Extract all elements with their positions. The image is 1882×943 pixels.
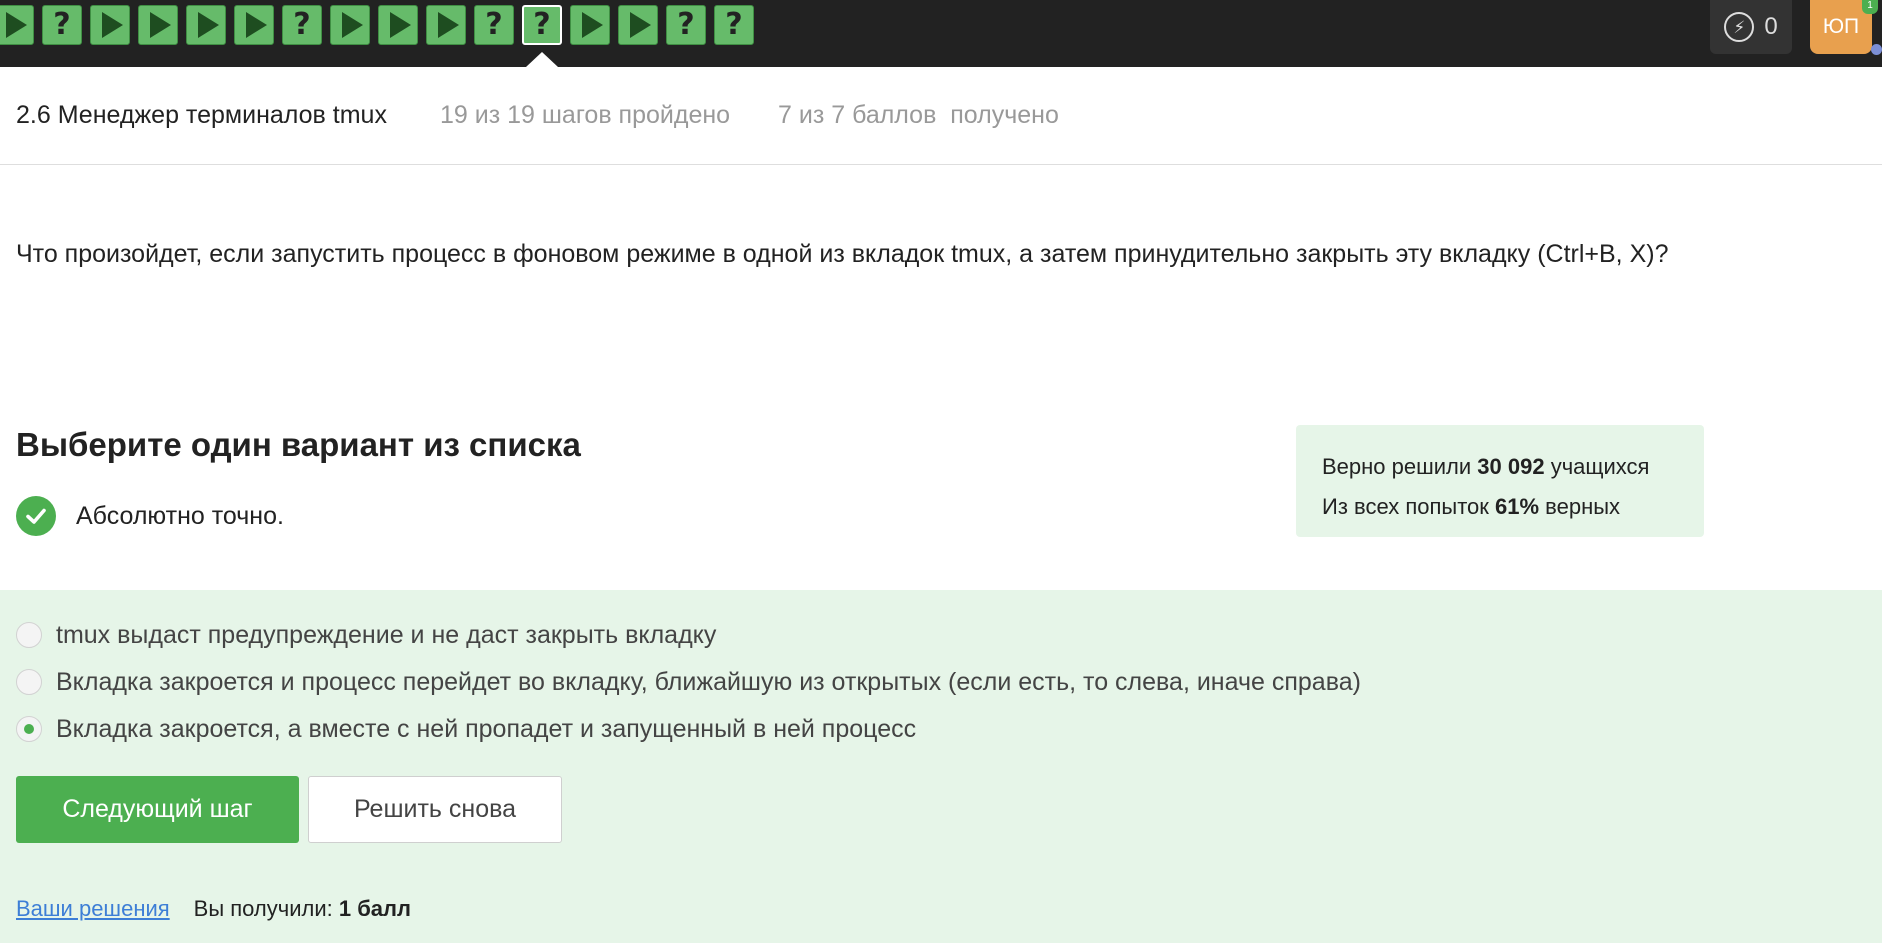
question-icon: ?: [485, 7, 503, 42]
option-label: Вкладка закроется и процесс перейдет во …: [56, 667, 1361, 696]
step-16-question[interactable]: ?: [714, 5, 754, 45]
play-icon: [581, 12, 603, 38]
status-dot: [1871, 44, 1882, 55]
correct-message: Абсолютно точно.: [76, 501, 284, 530]
step-3-play[interactable]: [90, 5, 130, 45]
play-icon: [149, 12, 171, 38]
step-10-play[interactable]: [426, 5, 466, 45]
energy-count: 0: [1764, 13, 1778, 40]
notification-badge: 1: [1862, 0, 1878, 14]
step-2-question[interactable]: ?: [42, 5, 82, 45]
question-icon: ?: [53, 7, 71, 42]
step-15-question[interactable]: ?: [666, 5, 706, 45]
play-icon: [341, 12, 363, 38]
option-label: Вкладка закроется, а вместе с ней пропад…: [56, 714, 917, 743]
stats-attempts: Из всех попыток 61% верных: [1322, 494, 1621, 519]
option-row[interactable]: Вкладка закроется, а вместе с ней пропад…: [16, 714, 916, 744]
question-icon: ?: [677, 7, 695, 42]
retry-button[interactable]: Решить снова: [308, 776, 562, 843]
play-icon: [245, 12, 267, 38]
answer-footer: Ваши решения Вы получили: 1 балл: [16, 896, 411, 922]
answer-area: tmux выдаст предупреждение и не даст зак…: [0, 590, 1882, 943]
step-13-play[interactable]: [570, 5, 610, 45]
step-7-question[interactable]: ?: [282, 5, 322, 45]
play-icon: [197, 12, 219, 38]
next-step-button[interactable]: Следующий шаг: [16, 776, 299, 843]
step-14-play[interactable]: [618, 5, 658, 45]
lesson-title[interactable]: 2.6 Менеджер терминалов tmux: [16, 101, 387, 130]
lesson-progress-steps: 19 из 19 шагов пройдено: [440, 101, 731, 129]
step-12-question[interactable]: ?: [522, 5, 562, 45]
stats-solved: Верно решили 30 092 учащихся: [1322, 454, 1650, 479]
radio-button[interactable]: [16, 622, 42, 648]
step-9-play[interactable]: [378, 5, 418, 45]
step-8-play[interactable]: [330, 5, 370, 45]
play-icon: [389, 12, 411, 38]
option-row[interactable]: tmux выдаст предупреждение и не даст зак…: [16, 620, 716, 650]
avatar-initials: ЮП: [1822, 15, 1860, 38]
score-received: Вы получили: 1 балл: [193, 896, 411, 921]
step-6-play[interactable]: [234, 5, 274, 45]
option-row[interactable]: Вкладка закроется и процесс перейдет во …: [16, 667, 1361, 697]
step-5-play[interactable]: [186, 5, 226, 45]
radio-button[interactable]: [16, 669, 42, 695]
play-icon: [437, 12, 459, 38]
play-icon: [101, 12, 123, 38]
play-icon: [5, 12, 27, 38]
step-11-question[interactable]: ?: [474, 5, 514, 45]
lesson-header: 2.6 Менеджер терминалов tmux 19 из 19 ша…: [0, 67, 1882, 165]
question-icon: ?: [725, 7, 743, 42]
your-solutions-link[interactable]: Ваши решения: [16, 896, 170, 922]
lesson-progress-score: 7 из 7 баллов получено: [778, 101, 1059, 129]
option-label: tmux выдаст предупреждение и не даст зак…: [56, 620, 717, 649]
step-1-play[interactable]: [0, 5, 34, 45]
play-icon: [629, 12, 651, 38]
question-icon: ?: [293, 7, 311, 42]
question-text: Что произойдет, если запустить процесс в…: [16, 240, 1669, 268]
energy-counter[interactable]: ⚡ 0: [1710, 0, 1792, 54]
radio-button-selected[interactable]: [16, 716, 42, 742]
check-circle-icon: [16, 496, 56, 536]
question-icon: ?: [533, 7, 551, 42]
current-step-pointer: [526, 52, 558, 67]
choose-heading: Выберите один вариант из списка: [16, 426, 581, 463]
stats-panel: Верно решили 30 092 учащихся Из всех поп…: [1296, 425, 1704, 537]
correct-feedback: Абсолютно точно.: [16, 496, 284, 536]
top-navbar: ?????? ⚡ 0 ЮП 1: [0, 0, 1882, 67]
step-4-play[interactable]: [138, 5, 178, 45]
lightning-icon: ⚡: [1724, 12, 1755, 42]
radio-dot: [24, 724, 34, 734]
